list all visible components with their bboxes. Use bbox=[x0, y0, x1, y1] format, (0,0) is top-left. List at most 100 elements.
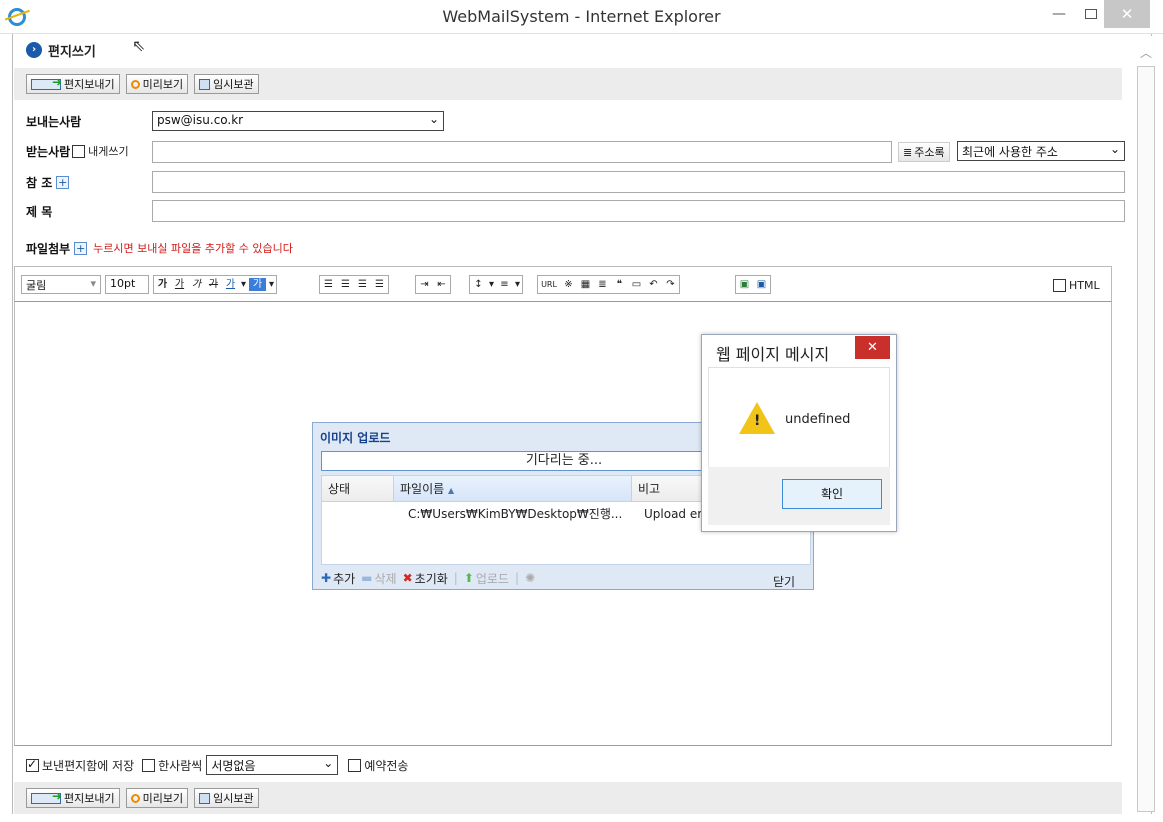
font-select[interactable]: 굴림 ▾ bbox=[21, 275, 101, 294]
page-title-text: 편지쓰기 bbox=[48, 44, 96, 60]
close-window-button[interactable]: ✕ bbox=[1104, 0, 1150, 28]
font-size-value: 10pt bbox=[110, 277, 136, 290]
font-color-icon[interactable]: 가 bbox=[222, 276, 239, 293]
self-send-checkbox[interactable] bbox=[72, 144, 86, 158]
attach-label: 파일첨부 bbox=[26, 241, 71, 256]
column-status[interactable]: 상태 bbox=[322, 476, 394, 502]
arrow-circle-icon: › bbox=[26, 42, 42, 58]
cc-add-icon[interactable]: + bbox=[56, 175, 70, 189]
scheduled-label: 예약전송 bbox=[364, 758, 409, 773]
editor-toolbar: 굴림 ▾ 10pt 가 가 가 가 가 ▾ 가 ▾ ☰ ☰ ☰ ☰ ⇥ ⇤ ↕ … bbox=[14, 266, 1112, 302]
font-size-select[interactable]: 10pt bbox=[105, 275, 149, 294]
self-send-label: 내게쓰기 bbox=[88, 145, 129, 158]
html-label: HTML bbox=[1069, 279, 1100, 292]
maximize-icon bbox=[1085, 9, 1097, 19]
upload-arrow-icon: ⬆ bbox=[463, 571, 474, 585]
top-toolbar: 편지보내기 미리보기 임시보관 bbox=[14, 68, 1122, 100]
image-upload-icon[interactable]: ▣ bbox=[753, 276, 770, 293]
redo-icon[interactable]: ↷ bbox=[662, 276, 679, 293]
html-toggle[interactable]: HTML bbox=[1051, 279, 1100, 292]
special-char-icon[interactable]: ※ bbox=[560, 276, 577, 293]
recipient-input[interactable] bbox=[152, 141, 892, 163]
upload-start-button[interactable]: ⬆ 업로드 bbox=[464, 570, 509, 587]
mouse-cursor-icon: ⇖ bbox=[132, 36, 146, 55]
list-icon[interactable]: ≡ bbox=[496, 276, 513, 293]
subject-row: 제 목 bbox=[26, 200, 52, 222]
page-title: › 편지쓰기 bbox=[26, 40, 96, 60]
send-label: 편지보내기 bbox=[64, 78, 115, 91]
attach-add-icon[interactable]: + bbox=[74, 241, 88, 255]
url-button[interactable]: URL bbox=[538, 276, 560, 293]
html-checkbox[interactable] bbox=[1053, 279, 1066, 292]
draft-button[interactable]: 임시보관 bbox=[194, 74, 259, 94]
indent-icon[interactable]: ⇥ bbox=[416, 276, 433, 293]
column-filename-label: 파일이름 bbox=[400, 482, 445, 496]
table-icon[interactable]: ▦ bbox=[577, 276, 594, 293]
window-titlebar: WebMailSystem - Internet Explorer — ✕ bbox=[0, 0, 1163, 34]
align-left-icon[interactable]: ☰ bbox=[320, 276, 337, 293]
line-height-icon[interactable]: ↕ bbox=[470, 276, 487, 293]
recent-address-select[interactable]: 최근에 사용한 주소 ⌄ bbox=[957, 141, 1125, 161]
horizontal-line-icon[interactable]: ≣ bbox=[594, 276, 611, 293]
red-x-icon: ✖ bbox=[402, 571, 413, 585]
italic-icon[interactable]: 가 bbox=[188, 276, 205, 293]
cc-input[interactable] bbox=[152, 171, 1125, 193]
sort-asc-icon: ▲ bbox=[448, 486, 455, 495]
align-justify-icon[interactable]: ☰ bbox=[371, 276, 388, 293]
save-sent-checkbox[interactable] bbox=[26, 757, 39, 772]
outdent-icon[interactable]: ⇤ bbox=[433, 276, 450, 293]
send-mail-icon bbox=[31, 789, 62, 804]
cc-row: 참 조 + bbox=[26, 171, 70, 193]
signature-select[interactable]: 서명없음 ⌄ bbox=[206, 755, 339, 775]
upload-close-button[interactable]: 닫기 bbox=[773, 573, 795, 590]
quote-icon[interactable]: ❝ bbox=[611, 276, 628, 293]
recent-address-value: 최근에 사용한 주소 bbox=[962, 145, 1058, 159]
address-book-label: 주소록 bbox=[914, 146, 945, 159]
upload-add-button[interactable]: ✚ 추가 bbox=[321, 570, 355, 587]
send-button[interactable]: 편지보내기 bbox=[26, 788, 120, 808]
draft-button[interactable]: 임시보관 bbox=[194, 788, 259, 808]
upload-reset-button[interactable]: ✖ 초기화 bbox=[403, 570, 448, 587]
signature-value: 서명없음 bbox=[211, 759, 256, 773]
window-title: WebMailSystem - Internet Explorer bbox=[442, 7, 721, 26]
scroll-up-icon[interactable]: ︿ bbox=[1138, 44, 1154, 61]
send-mail-icon bbox=[31, 75, 62, 90]
image-icon[interactable]: ▣ bbox=[736, 276, 753, 293]
individual-checkbox[interactable] bbox=[142, 758, 156, 772]
chevron-down-icon[interactable]: ▾ bbox=[513, 276, 522, 293]
undo-icon[interactable]: ↶ bbox=[645, 276, 662, 293]
address-book-button[interactable]: ≣ 주소록 bbox=[898, 142, 950, 162]
preview-button[interactable]: 미리보기 bbox=[125, 788, 189, 808]
align-right-icon[interactable]: ☰ bbox=[354, 276, 371, 293]
chevron-down-icon[interactable]: ▾ bbox=[239, 276, 248, 293]
indent-group: ⇥ ⇤ bbox=[415, 275, 451, 294]
send-button[interactable]: 편지보내기 bbox=[26, 74, 120, 94]
row-status bbox=[322, 504, 394, 524]
scheduled-checkbox[interactable] bbox=[348, 758, 362, 772]
subject-input[interactable] bbox=[152, 200, 1125, 222]
sender-select[interactable]: psw@isu.co.kr ⌄ bbox=[152, 111, 444, 131]
bold-icon[interactable]: 가 bbox=[154, 276, 171, 293]
attach-row: 파일첨부 + 누르시면 보내실 파일을 추가할 수 있습니다 bbox=[26, 237, 293, 259]
spacing-group: ↕ ▾ ≡ ▾ bbox=[469, 275, 523, 294]
underline-icon[interactable]: 가 bbox=[171, 276, 188, 293]
ok-button[interactable]: 확인 bbox=[782, 479, 882, 509]
chevron-down-icon[interactable]: ▾ bbox=[487, 276, 496, 293]
preview-button[interactable]: 미리보기 bbox=[125, 74, 189, 94]
chevron-down-icon[interactable]: ▾ bbox=[267, 276, 276, 293]
align-center-icon[interactable]: ☰ bbox=[337, 276, 354, 293]
chevron-down-icon: ⌄ bbox=[1109, 142, 1120, 156]
upload-delete-button[interactable]: ▬ 삭제 bbox=[361, 570, 396, 587]
align-group: ☰ ☰ ☰ ☰ bbox=[319, 275, 389, 294]
box-icon[interactable]: ▭ bbox=[628, 276, 645, 293]
scroll-thumb[interactable] bbox=[1137, 66, 1155, 812]
column-filename[interactable]: 파일이름 ▲ bbox=[394, 476, 632, 502]
alert-body: ! undefined bbox=[708, 367, 890, 467]
draft-label: 임시보관 bbox=[213, 792, 254, 805]
upload-add-label: 추가 bbox=[333, 571, 356, 586]
upload-reset-label: 초기화 bbox=[414, 571, 448, 586]
strikethrough-icon[interactable]: 가 bbox=[205, 276, 222, 293]
vertical-scrollbar[interactable]: ︿ ﹀ bbox=[1135, 36, 1157, 812]
alert-close-button[interactable]: ✕ bbox=[855, 336, 890, 359]
highlight-icon[interactable]: 가 bbox=[249, 278, 266, 291]
